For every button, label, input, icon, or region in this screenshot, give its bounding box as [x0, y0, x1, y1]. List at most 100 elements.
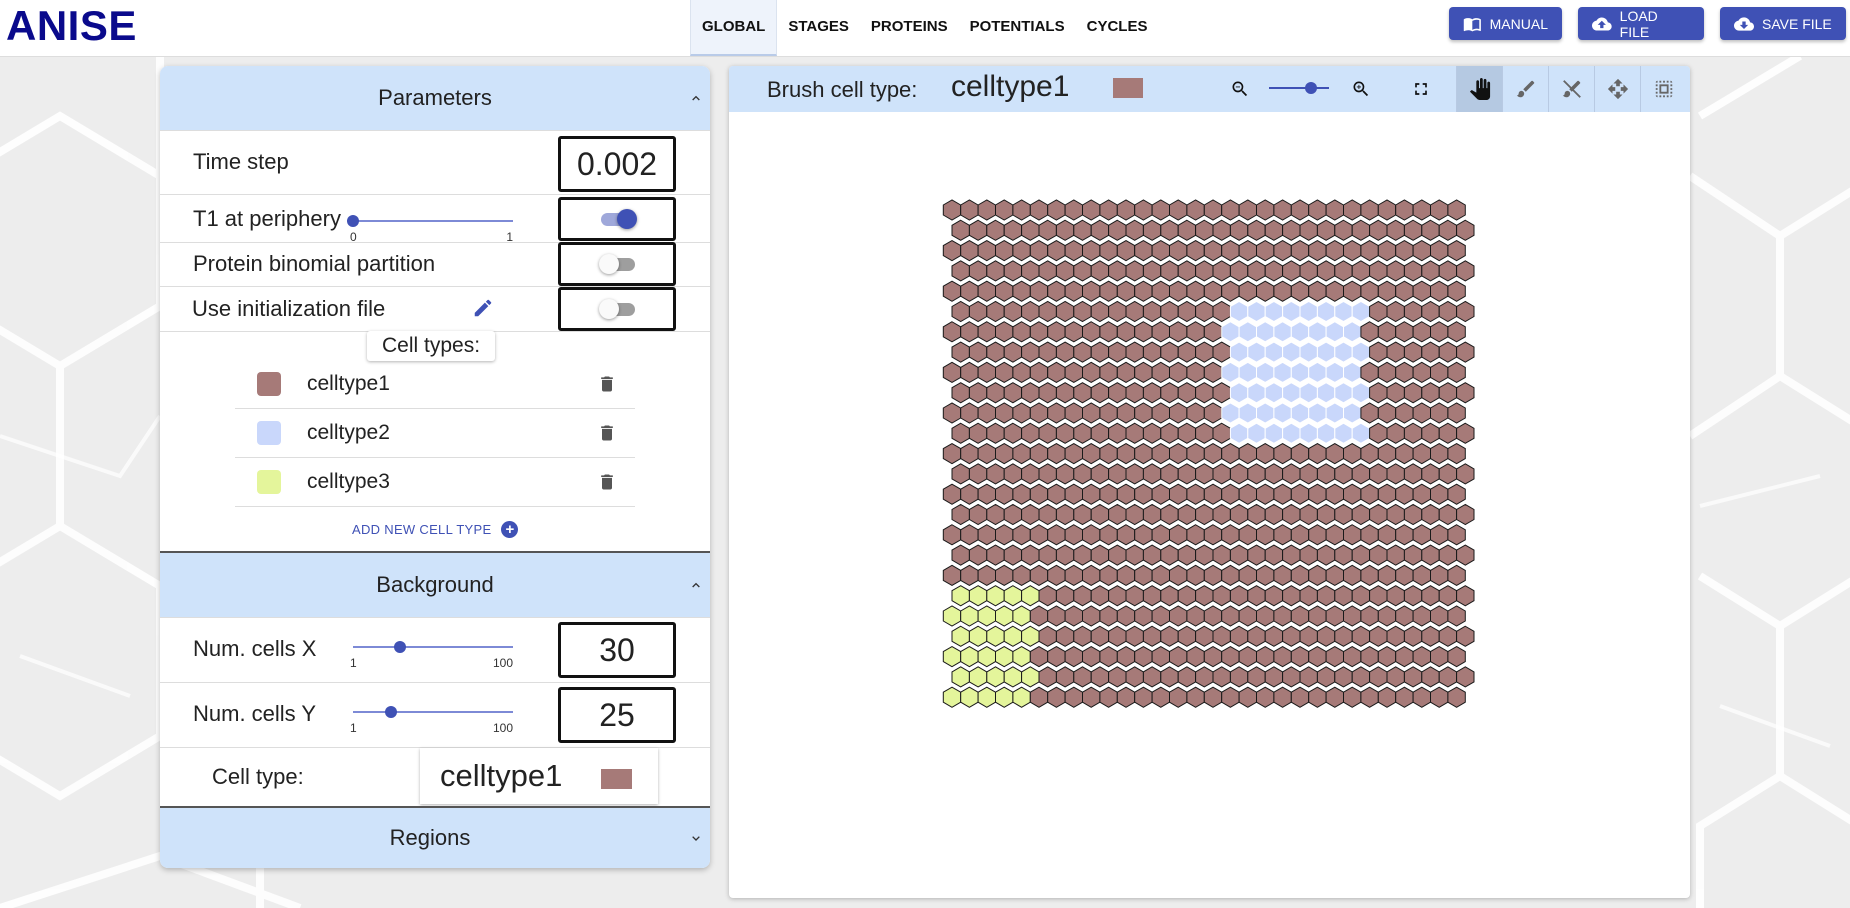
hex-cell[interactable] — [1264, 625, 1284, 647]
hex-cell[interactable] — [1456, 503, 1475, 526]
hex-cell[interactable] — [960, 280, 979, 302]
hex-cell[interactable] — [1003, 585, 1023, 607]
hex-cell[interactable] — [1369, 544, 1388, 566]
hex-cell[interactable] — [1438, 382, 1458, 404]
hex-cell[interactable] — [1186, 524, 1205, 546]
hex-cell[interactable] — [1160, 666, 1179, 688]
hex-cell[interactable] — [942, 280, 962, 302]
hex-cell[interactable] — [1256, 321, 1275, 343]
hex-cell[interactable] — [1012, 564, 1031, 587]
hex-cell[interactable] — [986, 463, 1005, 485]
hex-cell[interactable] — [1334, 219, 1353, 241]
hex-cell[interactable] — [1421, 666, 1440, 688]
hex-cell[interactable] — [986, 382, 1005, 404]
hex-cell[interactable] — [1238, 199, 1257, 221]
cell-type-name[interactable]: celltype2 — [307, 421, 390, 445]
hex-cell[interactable] — [1447, 686, 1466, 708]
hex-cell[interactable] — [1195, 666, 1214, 688]
hex-cell[interactable] — [1116, 199, 1136, 221]
hex-cell[interactable] — [1403, 585, 1423, 607]
hex-cell[interactable] — [1151, 239, 1170, 262]
hex-cell[interactable] — [1038, 422, 1057, 444]
hex-cell[interactable] — [1073, 544, 1092, 566]
hex-cell[interactable] — [1151, 645, 1170, 668]
hex-cell[interactable] — [1273, 524, 1292, 546]
hex-cell[interactable] — [1403, 422, 1423, 444]
hex-cell[interactable] — [1082, 524, 1101, 546]
hex-cell[interactable] — [977, 361, 996, 384]
hex-cell[interactable] — [1456, 219, 1475, 241]
hex-cell[interactable] — [1203, 442, 1223, 465]
hex-cell[interactable] — [1256, 686, 1275, 708]
hex-cell[interactable] — [1169, 605, 1188, 627]
hex-cell[interactable] — [1047, 402, 1066, 424]
hex-cell[interactable] — [942, 199, 962, 221]
hex-cell[interactable] — [1212, 666, 1231, 688]
hex-cell[interactable] — [1169, 483, 1188, 505]
hex-cell[interactable] — [1038, 260, 1057, 282]
hex-cell[interactable] — [1021, 382, 1040, 404]
hex-cell[interactable] — [1290, 402, 1310, 424]
hex-cell[interactable] — [1177, 382, 1197, 404]
hex-cell[interactable] — [1064, 645, 1083, 668]
hex-cell[interactable] — [1438, 503, 1458, 526]
hex-cell[interactable] — [1256, 442, 1275, 465]
hex-cell[interactable] — [1447, 442, 1466, 465]
hex-cell[interactable] — [977, 524, 996, 546]
hex-cell[interactable] — [1203, 524, 1223, 546]
hex-cell[interactable] — [1195, 463, 1214, 485]
hex-cell[interactable] — [1090, 219, 1110, 241]
hex-cell[interactable] — [1369, 585, 1388, 607]
hex-cell[interactable] — [977, 605, 996, 627]
hex-cell[interactable] — [1064, 321, 1083, 343]
hex-cell[interactable] — [1221, 645, 1240, 668]
hex-cell[interactable] — [1421, 422, 1440, 444]
hex-cell[interactable] — [1108, 260, 1127, 282]
tab-potentials[interactable]: POTENTIALS — [959, 0, 1076, 56]
hex-cell[interactable] — [1073, 260, 1092, 282]
hex-cell[interactable] — [1343, 402, 1362, 424]
hex-cell[interactable] — [1325, 645, 1344, 668]
hex-cell[interactable] — [1299, 219, 1318, 241]
hex-cell[interactable] — [1403, 300, 1423, 323]
hex-cell[interactable] — [1456, 382, 1475, 404]
hex-cell[interactable] — [1134, 402, 1153, 424]
hex-cell[interactable] — [995, 321, 1014, 343]
hex-cell[interactable] — [995, 239, 1014, 262]
hex-cell[interactable] — [1273, 199, 1292, 221]
hex-cell[interactable] — [1299, 666, 1318, 688]
hex-cell[interactable] — [1351, 219, 1371, 241]
hex-cell[interactable] — [1151, 483, 1170, 505]
hex-cell[interactable] — [1177, 341, 1197, 363]
hex-cell[interactable] — [1221, 402, 1240, 424]
hex-cell[interactable] — [1264, 422, 1284, 444]
hex-cell[interactable] — [1343, 199, 1362, 221]
hex-cell[interactable] — [1029, 645, 1049, 668]
hex-cell[interactable] — [951, 666, 970, 688]
hex-cell[interactable] — [1090, 341, 1110, 363]
hex-cell[interactable] — [1038, 585, 1057, 607]
hex-cell[interactable] — [1142, 463, 1162, 485]
hex-cell[interactable] — [1160, 463, 1179, 485]
hex-cell[interactable] — [1064, 605, 1083, 627]
save-file-button[interactable]: SAVE FILE — [1720, 7, 1846, 40]
hex-cell[interactable] — [1134, 483, 1153, 505]
hex-cell[interactable] — [1395, 524, 1414, 546]
hex-cell[interactable] — [1273, 483, 1292, 505]
fullscreen-icon[interactable] — [1411, 79, 1431, 99]
hex-cell[interactable] — [1195, 382, 1214, 404]
trash-icon[interactable] — [597, 423, 617, 443]
hex-cell[interactable] — [960, 199, 979, 221]
hex-cell[interactable] — [1421, 341, 1440, 363]
hex-cell[interactable] — [960, 239, 979, 262]
hex-cell[interactable] — [1134, 686, 1153, 708]
hex-cell[interactable] — [986, 260, 1005, 282]
hex-cell[interactable] — [1012, 524, 1031, 546]
hex-cell[interactable] — [1412, 605, 1431, 627]
hex-cell[interactable] — [1290, 280, 1310, 302]
hex-cell[interactable] — [1308, 239, 1327, 262]
hex-cell[interactable] — [1012, 645, 1031, 668]
hex-cell[interactable] — [1430, 524, 1449, 546]
hex-cell[interactable] — [1334, 300, 1353, 323]
hex-cell[interactable] — [1395, 199, 1414, 221]
